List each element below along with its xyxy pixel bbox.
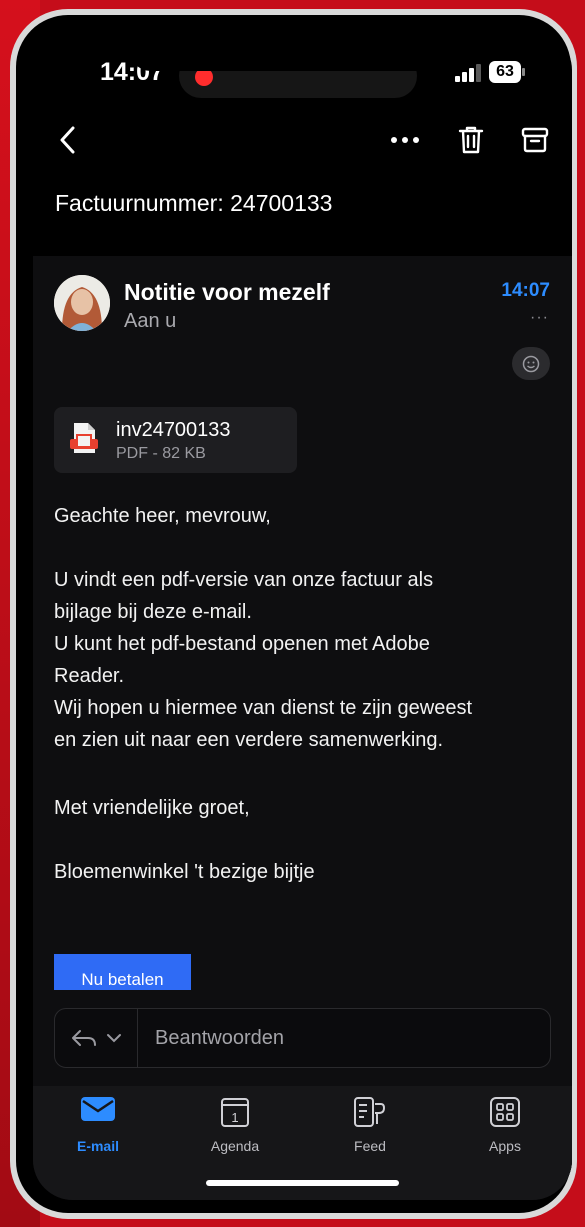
feed-icon (354, 1097, 386, 1127)
body-line: Wij hopen u hiermee van dienst te zijn g… (54, 697, 473, 719)
subject-area: Factuurnummer: 24700133 (33, 170, 572, 256)
avatar[interactable] (54, 275, 110, 331)
attachment-meta: PDF - 82 KB (116, 445, 206, 462)
reply-icon (72, 1030, 96, 1046)
calendar-icon: 1 (221, 1098, 249, 1127)
trash-icon (458, 126, 484, 154)
recipient-label[interactable]: Aan u (124, 310, 176, 333)
body-signature: Bloemenwinkel 't bezige bijtje (54, 861, 315, 883)
body-paragraph: U vindt een pdf-versie van onze factuur … (54, 564, 554, 756)
body-line: bijlage bij deze e-mail. (54, 601, 252, 623)
screen: 14:07 63 Factuurnummer: 24700133 Notitie… (33, 30, 572, 1200)
pay-now-button[interactable]: Nu betalen (54, 954, 191, 992)
more-horizontal-icon (391, 137, 419, 143)
tab-label: E-mail (76, 1138, 119, 1154)
toolbar (33, 110, 572, 170)
tab-label: Agenda (210, 1138, 260, 1154)
tab-apps[interactable]: Apps (460, 1086, 550, 1166)
body-line: Reader. (54, 665, 125, 687)
tab-label: Apps (489, 1138, 521, 1154)
body-greeting: Geachte heer, mevrouw, (54, 505, 271, 527)
battery-icon: 63 (489, 61, 521, 83)
archive-button[interactable] (515, 118, 555, 162)
svg-text:1: 1 (231, 1110, 238, 1125)
reaction-button[interactable] (512, 347, 550, 380)
reply-options-button[interactable] (65, 1023, 127, 1053)
home-indicator (206, 1180, 399, 1186)
archive-icon (521, 127, 549, 153)
email-time: 14:07 (501, 280, 550, 301)
tab-email[interactable]: E-mail (53, 1086, 143, 1166)
chevron-down-icon (107, 1034, 121, 1043)
reply-input-box[interactable]: Beantwoorden (54, 1008, 551, 1068)
tab-agenda[interactable]: 1 Agenda (190, 1086, 280, 1166)
delete-button[interactable] (451, 118, 491, 162)
more-button[interactable] (385, 120, 425, 160)
body-line: en zien uit naar een verdere samenwerkin… (54, 729, 444, 751)
apps-icon (490, 1097, 520, 1127)
email-subject: Factuurnummer: 24700133 (55, 190, 333, 216)
message-more-button[interactable]: ··· (530, 309, 549, 327)
back-button[interactable] (48, 120, 88, 160)
attachment-card[interactable]: inv24700133 PDF - 82 KB (54, 407, 297, 473)
tab-label: Feed (354, 1138, 386, 1154)
avatar-photo (54, 275, 110, 331)
reply-placeholder: Beantwoorden (155, 1027, 284, 1049)
smiley-icon (522, 355, 540, 372)
body-line: U kunt het pdf-bestand openen met Adobe (54, 633, 430, 655)
attachment-name: inv24700133 (116, 419, 231, 441)
body-line: U vindt een pdf-versie van onze factuur … (54, 569, 434, 591)
notch (129, 30, 477, 71)
sender-name[interactable]: Notitie voor mezelf (124, 279, 330, 306)
tab-feed[interactable]: Feed (325, 1086, 415, 1166)
body-closing: Met vriendelijke groet, (54, 797, 250, 819)
chevron-left-icon (60, 126, 75, 154)
pdf-file-icon (70, 423, 98, 453)
mail-icon (81, 1097, 115, 1121)
reply-bar: Beantwoorden (33, 990, 572, 1086)
